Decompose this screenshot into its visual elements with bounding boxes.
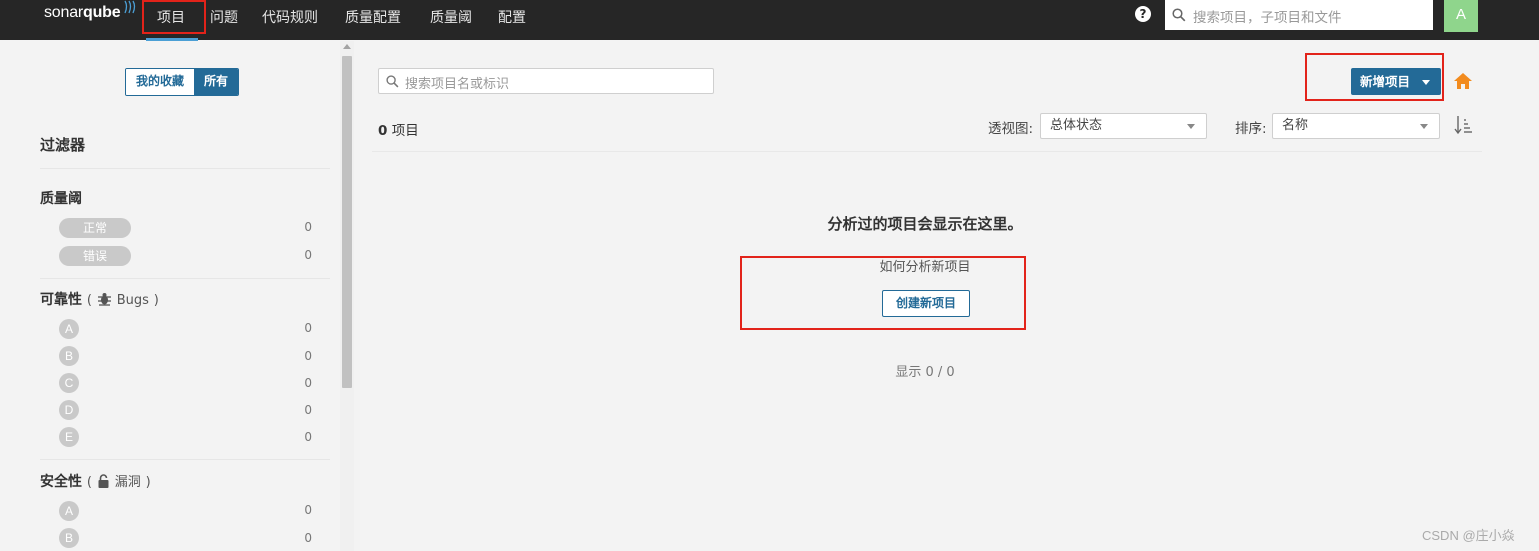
facet-reliability-title[interactable]: 可靠性 ( Bugs ) (40, 289, 159, 309)
sort-direction-icon[interactable] (1454, 115, 1472, 135)
facet-reliability-sub: Bugs (116, 293, 149, 308)
search-icon (386, 75, 399, 88)
nav-administration[interactable]: 配置 (498, 7, 526, 27)
rating-d[interactable]: D (59, 400, 79, 420)
chevron-down-icon (1187, 124, 1195, 129)
project-count: 0 项目 (378, 119, 419, 139)
paren-close: ) (153, 293, 159, 308)
project-count-unit: 项目 (391, 123, 419, 139)
nav-quality-profiles[interactable]: 质量配置 (345, 7, 401, 27)
filters-heading: 过滤器 (40, 136, 86, 154)
global-search-input[interactable]: 搜索项目，子项目和文件 (1165, 0, 1433, 30)
user-avatar[interactable]: A (1444, 0, 1478, 32)
rating-a[interactable]: A (59, 319, 79, 339)
sort-value: 名称 (1282, 118, 1309, 133)
lock-icon (98, 474, 109, 488)
divider (40, 278, 330, 279)
filters-sidebar: 我的收藏 所有 过滤器 质量阈 正常 0 错误 0 可靠性 ( Bugs ) A… (0, 41, 340, 551)
divider (40, 459, 330, 460)
facet-reliability-label: 可靠性 (40, 292, 82, 308)
rating-e[interactable]: E (59, 427, 79, 447)
top-navbar: sonarqube 项目 问题 代码规则 质量配置 质量阈 配置 ? 搜索项目，… (0, 0, 1539, 41)
highlight-box-new-project (1305, 53, 1444, 101)
paren-open: ( (86, 293, 92, 308)
favorites-all-toggle: 我的收藏 所有 (125, 68, 240, 96)
facet-security-label: 安全性 (40, 474, 82, 490)
sonarqube-logo[interactable]: sonarqube (44, 0, 136, 22)
perspective-label: 透视图: (988, 121, 1034, 137)
search-icon (1172, 8, 1186, 22)
nav-quality-gates[interactable]: 质量阈 (430, 7, 472, 27)
sort-select[interactable]: 名称 (1272, 113, 1440, 139)
paren-open: ( (86, 475, 92, 490)
global-search-placeholder: 搜索项目，子项目和文件 (1193, 10, 1342, 26)
csdn-watermark: CSDN @庄小焱 (1422, 528, 1515, 543)
empty-state-title: 分析过的项目会显示在这里。 (827, 215, 1023, 233)
divider (40, 168, 330, 169)
rating-a[interactable]: A (59, 501, 79, 521)
nav-issues[interactable]: 问题 (210, 7, 238, 27)
help-icon[interactable]: ? (1135, 6, 1151, 22)
facet-count: 0 (304, 531, 312, 545)
sort-label: 排序: (1235, 121, 1267, 137)
facet-count: 0 (304, 503, 312, 517)
pagination-footer: 显示 0 / 0 (895, 365, 955, 380)
facet-quality-gate-title[interactable]: 质量阈 (40, 188, 82, 208)
perspective-select[interactable]: 总体状态 (1040, 113, 1207, 139)
project-search-input[interactable]: 搜索项目名或标识 (378, 68, 714, 94)
home-icon[interactable] (1453, 72, 1473, 90)
paren-close: ) (145, 475, 151, 490)
divider (372, 151, 1482, 152)
perspective-value: 总体状态 (1050, 118, 1103, 133)
project-count-number: 0 (378, 123, 388, 139)
facet-count: 0 (304, 321, 312, 335)
highlight-box-create (740, 256, 1026, 330)
scroll-up-arrow-icon[interactable] (343, 44, 351, 49)
nav-rules[interactable]: 代码规则 (262, 7, 318, 27)
facet-security-title[interactable]: 安全性 ( 漏洞 ) (40, 471, 151, 491)
facet-count: 0 (304, 430, 312, 444)
chevron-down-icon (1420, 124, 1428, 129)
facet-security-sub: 漏洞 (114, 475, 141, 490)
project-search-placeholder: 搜索项目名或标识 (405, 77, 510, 92)
facet-count: 0 (304, 403, 312, 417)
logo-wave-icon (124, 0, 136, 14)
toggle-all[interactable]: 所有 (194, 69, 239, 95)
rating-b[interactable]: B (59, 528, 79, 548)
bug-icon (97, 293, 111, 306)
highlight-box-projects (142, 0, 206, 34)
toggle-favorites[interactable]: 我的收藏 (126, 69, 195, 95)
